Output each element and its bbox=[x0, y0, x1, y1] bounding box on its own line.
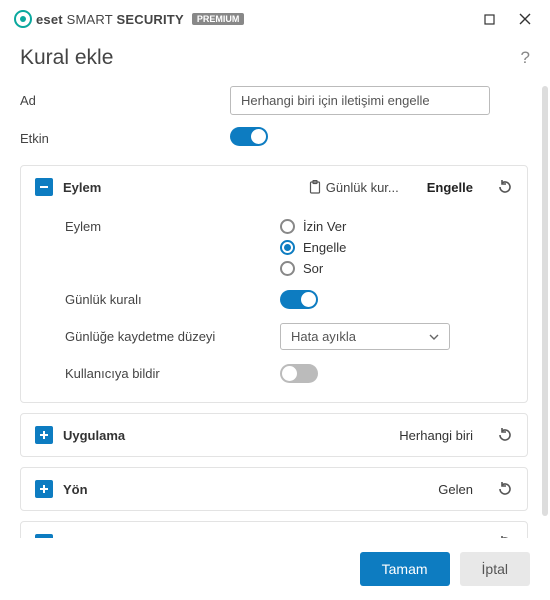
notify-label: Kullanıcıya bildir bbox=[65, 366, 280, 381]
action-choice-label: Eylem bbox=[65, 219, 280, 234]
cancel-button[interactable]: İptal bbox=[460, 552, 530, 586]
clipboard-icon bbox=[308, 180, 322, 194]
action-panel: Eylem Günlük kur... Engelle Eylem bbox=[20, 165, 528, 403]
protocol-title: IP protocol bbox=[63, 536, 131, 539]
radio-allow-label: İzin Ver bbox=[303, 219, 346, 234]
reset-icon[interactable] bbox=[497, 481, 513, 497]
scrollbar[interactable] bbox=[542, 86, 548, 516]
header: Kural ekle ? bbox=[0, 36, 550, 76]
collapse-icon bbox=[35, 178, 53, 196]
direction-panel[interactable]: Yön Gelen bbox=[20, 467, 528, 511]
notify-toggle[interactable] bbox=[280, 364, 318, 383]
radio-ask[interactable]: Sor bbox=[280, 261, 346, 276]
radio-icon bbox=[280, 219, 295, 234]
close-button[interactable] bbox=[510, 8, 540, 30]
name-label: Ad bbox=[20, 93, 230, 108]
reset-icon[interactable] bbox=[497, 179, 513, 195]
name-input[interactable] bbox=[230, 86, 490, 115]
radio-ask-label: Sor bbox=[303, 261, 323, 276]
footer: Tamam İptal bbox=[0, 538, 550, 600]
action-panel-body: Eylem İzin Ver Engelle Sor bbox=[21, 208, 527, 402]
radio-icon bbox=[280, 261, 295, 276]
enabled-toggle[interactable] bbox=[230, 127, 268, 146]
action-radio-group: İzin Ver Engelle Sor bbox=[280, 219, 346, 276]
page-title: Kural ekle bbox=[20, 46, 113, 70]
app-value: Herhangi biri bbox=[399, 428, 473, 443]
chevron-down-icon bbox=[429, 332, 439, 342]
action-summary: Engelle bbox=[427, 180, 473, 195]
name-row: Ad bbox=[20, 80, 538, 121]
action-choice-row: Eylem İzin Ver Engelle Sor bbox=[35, 212, 513, 283]
app-panel[interactable]: Uygulama Herhangi biri bbox=[20, 413, 528, 457]
log-level-label: Günlüğe kaydetme düzeyi bbox=[65, 329, 280, 344]
brand-text: eset SMART SECURITY bbox=[36, 12, 184, 27]
titlebar: eset SMART SECURITY PREMIUM bbox=[0, 0, 550, 36]
protocol-value: TCP ve UDP bbox=[399, 536, 473, 539]
expand-icon bbox=[35, 534, 53, 538]
ok-button[interactable]: Tamam bbox=[360, 552, 450, 586]
direction-value: Gelen bbox=[438, 482, 473, 497]
enabled-row: Etkin bbox=[20, 121, 538, 155]
expand-icon bbox=[35, 426, 53, 444]
brand-logo: eset SMART SECURITY PREMIUM bbox=[14, 10, 244, 28]
log-rule-row: Günlük kuralı bbox=[35, 283, 513, 316]
reset-icon[interactable] bbox=[497, 535, 513, 538]
expand-icon bbox=[35, 480, 53, 498]
log-rule-summary: Günlük kur... bbox=[308, 180, 399, 195]
form-area: Ad Etkin Eylem Günlük kur... Engelle bbox=[0, 76, 550, 538]
log-level-value: Hata ayıkla bbox=[291, 329, 356, 344]
radio-allow[interactable]: İzin Ver bbox=[280, 219, 346, 234]
log-level-row: Günlüğe kaydetme düzeyi Hata ayıkla bbox=[35, 316, 513, 357]
log-rule-toggle[interactable] bbox=[280, 290, 318, 309]
protocol-panel[interactable]: IP protocol TCP ve UDP bbox=[20, 521, 528, 538]
action-title: Eylem bbox=[63, 180, 101, 195]
app-title: Uygulama bbox=[63, 428, 125, 443]
reset-icon[interactable] bbox=[497, 427, 513, 443]
log-level-select[interactable]: Hata ayıkla bbox=[280, 323, 450, 350]
maximize-button[interactable] bbox=[474, 8, 504, 30]
log-rule-label: Günlük kuralı bbox=[65, 292, 280, 307]
premium-badge: PREMIUM bbox=[192, 13, 245, 25]
enabled-label: Etkin bbox=[20, 131, 230, 146]
help-icon[interactable]: ? bbox=[521, 48, 530, 68]
radio-icon bbox=[280, 240, 295, 255]
direction-title: Yön bbox=[63, 482, 88, 497]
radio-block-label: Engelle bbox=[303, 240, 346, 255]
action-panel-header[interactable]: Eylem Günlük kur... Engelle bbox=[21, 166, 527, 208]
notify-row: Kullanıcıya bildir bbox=[35, 357, 513, 390]
radio-block[interactable]: Engelle bbox=[280, 240, 346, 255]
eset-logo-icon bbox=[14, 10, 32, 28]
